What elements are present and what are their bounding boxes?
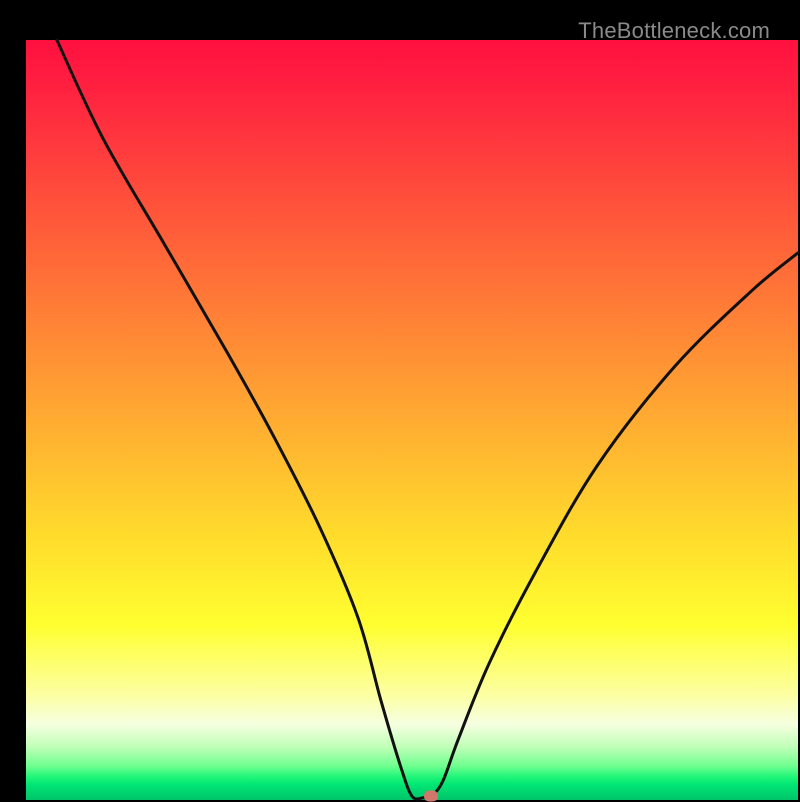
bottleneck-curve: [26, 40, 798, 800]
chart-frame: TheBottleneck.com: [12, 12, 788, 788]
optimal-point-marker: [424, 791, 438, 802]
plot-area: [26, 40, 798, 800]
